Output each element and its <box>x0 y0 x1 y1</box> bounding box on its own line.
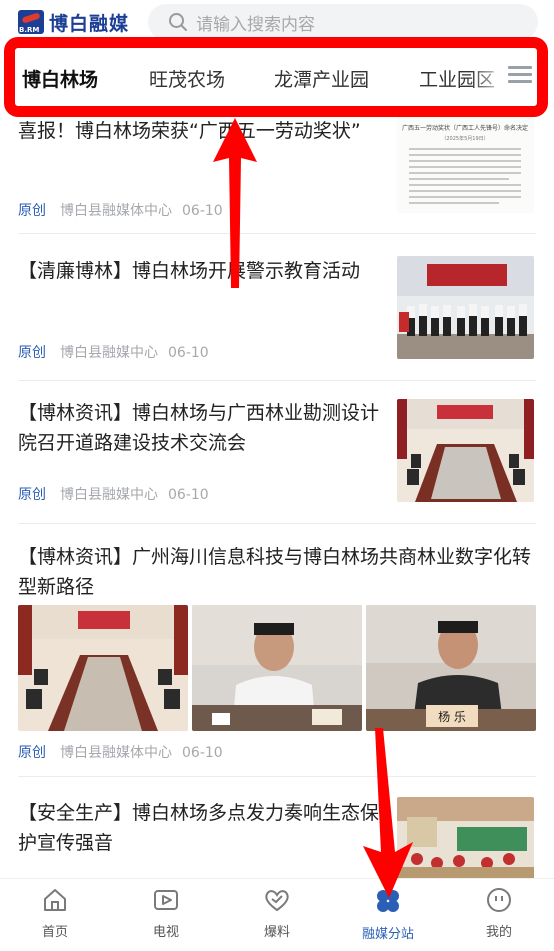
tv-play-icon <box>154 890 178 910</box>
article-thumbnail-document[interactable]: 广西五一劳动奖状（广西工人先锋号）命名决定 （2025年5月19日） <box>397 110 534 213</box>
nav-label: 融媒分站 <box>361 927 414 942</box>
article-title: 【博林资讯】广州海川信息科技与博白林场共商林业数字化转型新路径 <box>18 546 532 598</box>
divider <box>18 776 536 777</box>
nav-media-substation[interactable]: 融媒分站 <box>348 887 428 942</box>
logo-text: 博白融媒 <box>49 12 130 35</box>
nav-label: 爆料 <box>263 925 290 940</box>
article-title: 【清廉博林】博白林场开展警示教育活动 <box>18 260 361 282</box>
nav-label: 电视 <box>152 925 179 940</box>
document-date: （2025年5月19日） <box>441 135 488 142</box>
nav-home[interactable]: 首页 <box>15 887 95 940</box>
document-heading: 广西五一劳动奖状（广西工人先锋号）命名决定 <box>402 124 528 132</box>
article-source: 博白县融媒中心 <box>60 345 158 361</box>
article-tag: 原创 <box>18 745 46 761</box>
article-source: 博白县融媒中心 <box>60 487 158 503</box>
article-meta: 原创 博白县融媒体中心 06-10 <box>18 200 223 220</box>
article-photo-3[interactable]: 杨 乐 <box>366 605 536 731</box>
meeting-table-photo <box>18 605 188 731</box>
article-thumbnail-photo[interactable] <box>397 256 534 359</box>
clover-icon <box>377 890 399 912</box>
tab-fade <box>470 54 510 100</box>
search-input[interactable]: 请输入搜索内容 <box>148 4 538 40</box>
smiley-profile-icon <box>487 888 511 912</box>
article-source: 博白县融媒体中心 <box>60 745 172 761</box>
article-date: 06-10 <box>182 203 223 219</box>
article-tag: 原创 <box>18 203 46 219</box>
list-item[interactable]: 【博林资讯】广州海川信息科技与博白林场共商林业数字化转型新路径 原创 博白县融媒体… <box>18 542 536 761</box>
divider <box>18 523 536 524</box>
bottom-nav: 首页 电视 爆料 融媒分站 我的 <box>0 878 554 951</box>
logo-mark-icon: B.RM <box>18 10 44 34</box>
channel-tabs: 博白林场 旺茂农场 龙潭产业园 工业园区 <box>0 44 554 110</box>
nav-label: 我的 <box>485 925 512 940</box>
nav-report[interactable]: 爆料 <box>237 887 317 940</box>
article-date: 06-10 <box>168 345 209 361</box>
logo-badge-text: B.RM <box>19 26 40 34</box>
tab-menu-icon[interactable] <box>508 62 532 88</box>
article-photo-1[interactable] <box>18 605 188 731</box>
article-title: 【博林资讯】博白林场与广西林业勘测设计院召开道路建设技术交流会 <box>18 402 380 454</box>
home-icon <box>44 889 66 911</box>
article-date: 06-10 <box>168 487 209 503</box>
article-thumbnail-photo[interactable] <box>397 797 534 879</box>
article-date: 06-10 <box>182 745 223 761</box>
outdoor-event-photo <box>397 797 534 879</box>
search-placeholder: 请输入搜索内容 <box>196 14 315 35</box>
nav-mine[interactable]: 我的 <box>459 887 539 940</box>
heart-report-icon <box>265 890 289 912</box>
search-icon <box>169 13 187 31</box>
article-title: 喜报！博白林场荣获“广西五一劳动奖状” <box>18 120 361 142</box>
meeting-room-photo <box>397 399 534 502</box>
tab-wangmao-farm[interactable]: 旺茂农场 <box>149 65 225 92</box>
article-meta: 原创 博白县融媒体中心 06-10 <box>18 742 223 762</box>
article-meta: 原创 博白县融媒中心 06-10 <box>18 484 209 504</box>
nav-label: 首页 <box>41 925 68 940</box>
divider <box>18 233 536 234</box>
article-thumbnail-photo[interactable] <box>397 399 534 502</box>
official-photo: 杨 乐 <box>366 605 536 731</box>
article-title: 【安全生产】博白林场多点发力奏响生态保护宣传强音 <box>18 802 380 854</box>
divider <box>18 380 536 381</box>
nav-tv[interactable]: 电视 <box>126 887 206 940</box>
article-meta: 原创 博白县融媒中心 06-10 <box>18 342 209 362</box>
article-photo-2[interactable] <box>192 605 362 731</box>
app-header: B.RM 博白融媒 请输入搜索内容 <box>0 0 554 44</box>
article-tag: 原创 <box>18 487 46 503</box>
article-tag: 原创 <box>18 345 46 361</box>
tab-longtan-industrial-park[interactable]: 龙潭产业园 <box>274 65 369 92</box>
app-logo[interactable]: B.RM 博白融媒 <box>18 9 142 35</box>
speaker-photo <box>192 605 362 731</box>
article-source: 博白县融媒体中心 <box>60 203 172 219</box>
nameplate-text: 杨 乐 <box>438 709 466 724</box>
ceremony-photo <box>397 256 534 359</box>
tab-bobai-forest-farm[interactable]: 博白林场 <box>22 65 98 92</box>
document-image: 广西五一劳动奖状（广西工人先锋号）命名决定 （2025年5月19日） <box>397 110 534 213</box>
